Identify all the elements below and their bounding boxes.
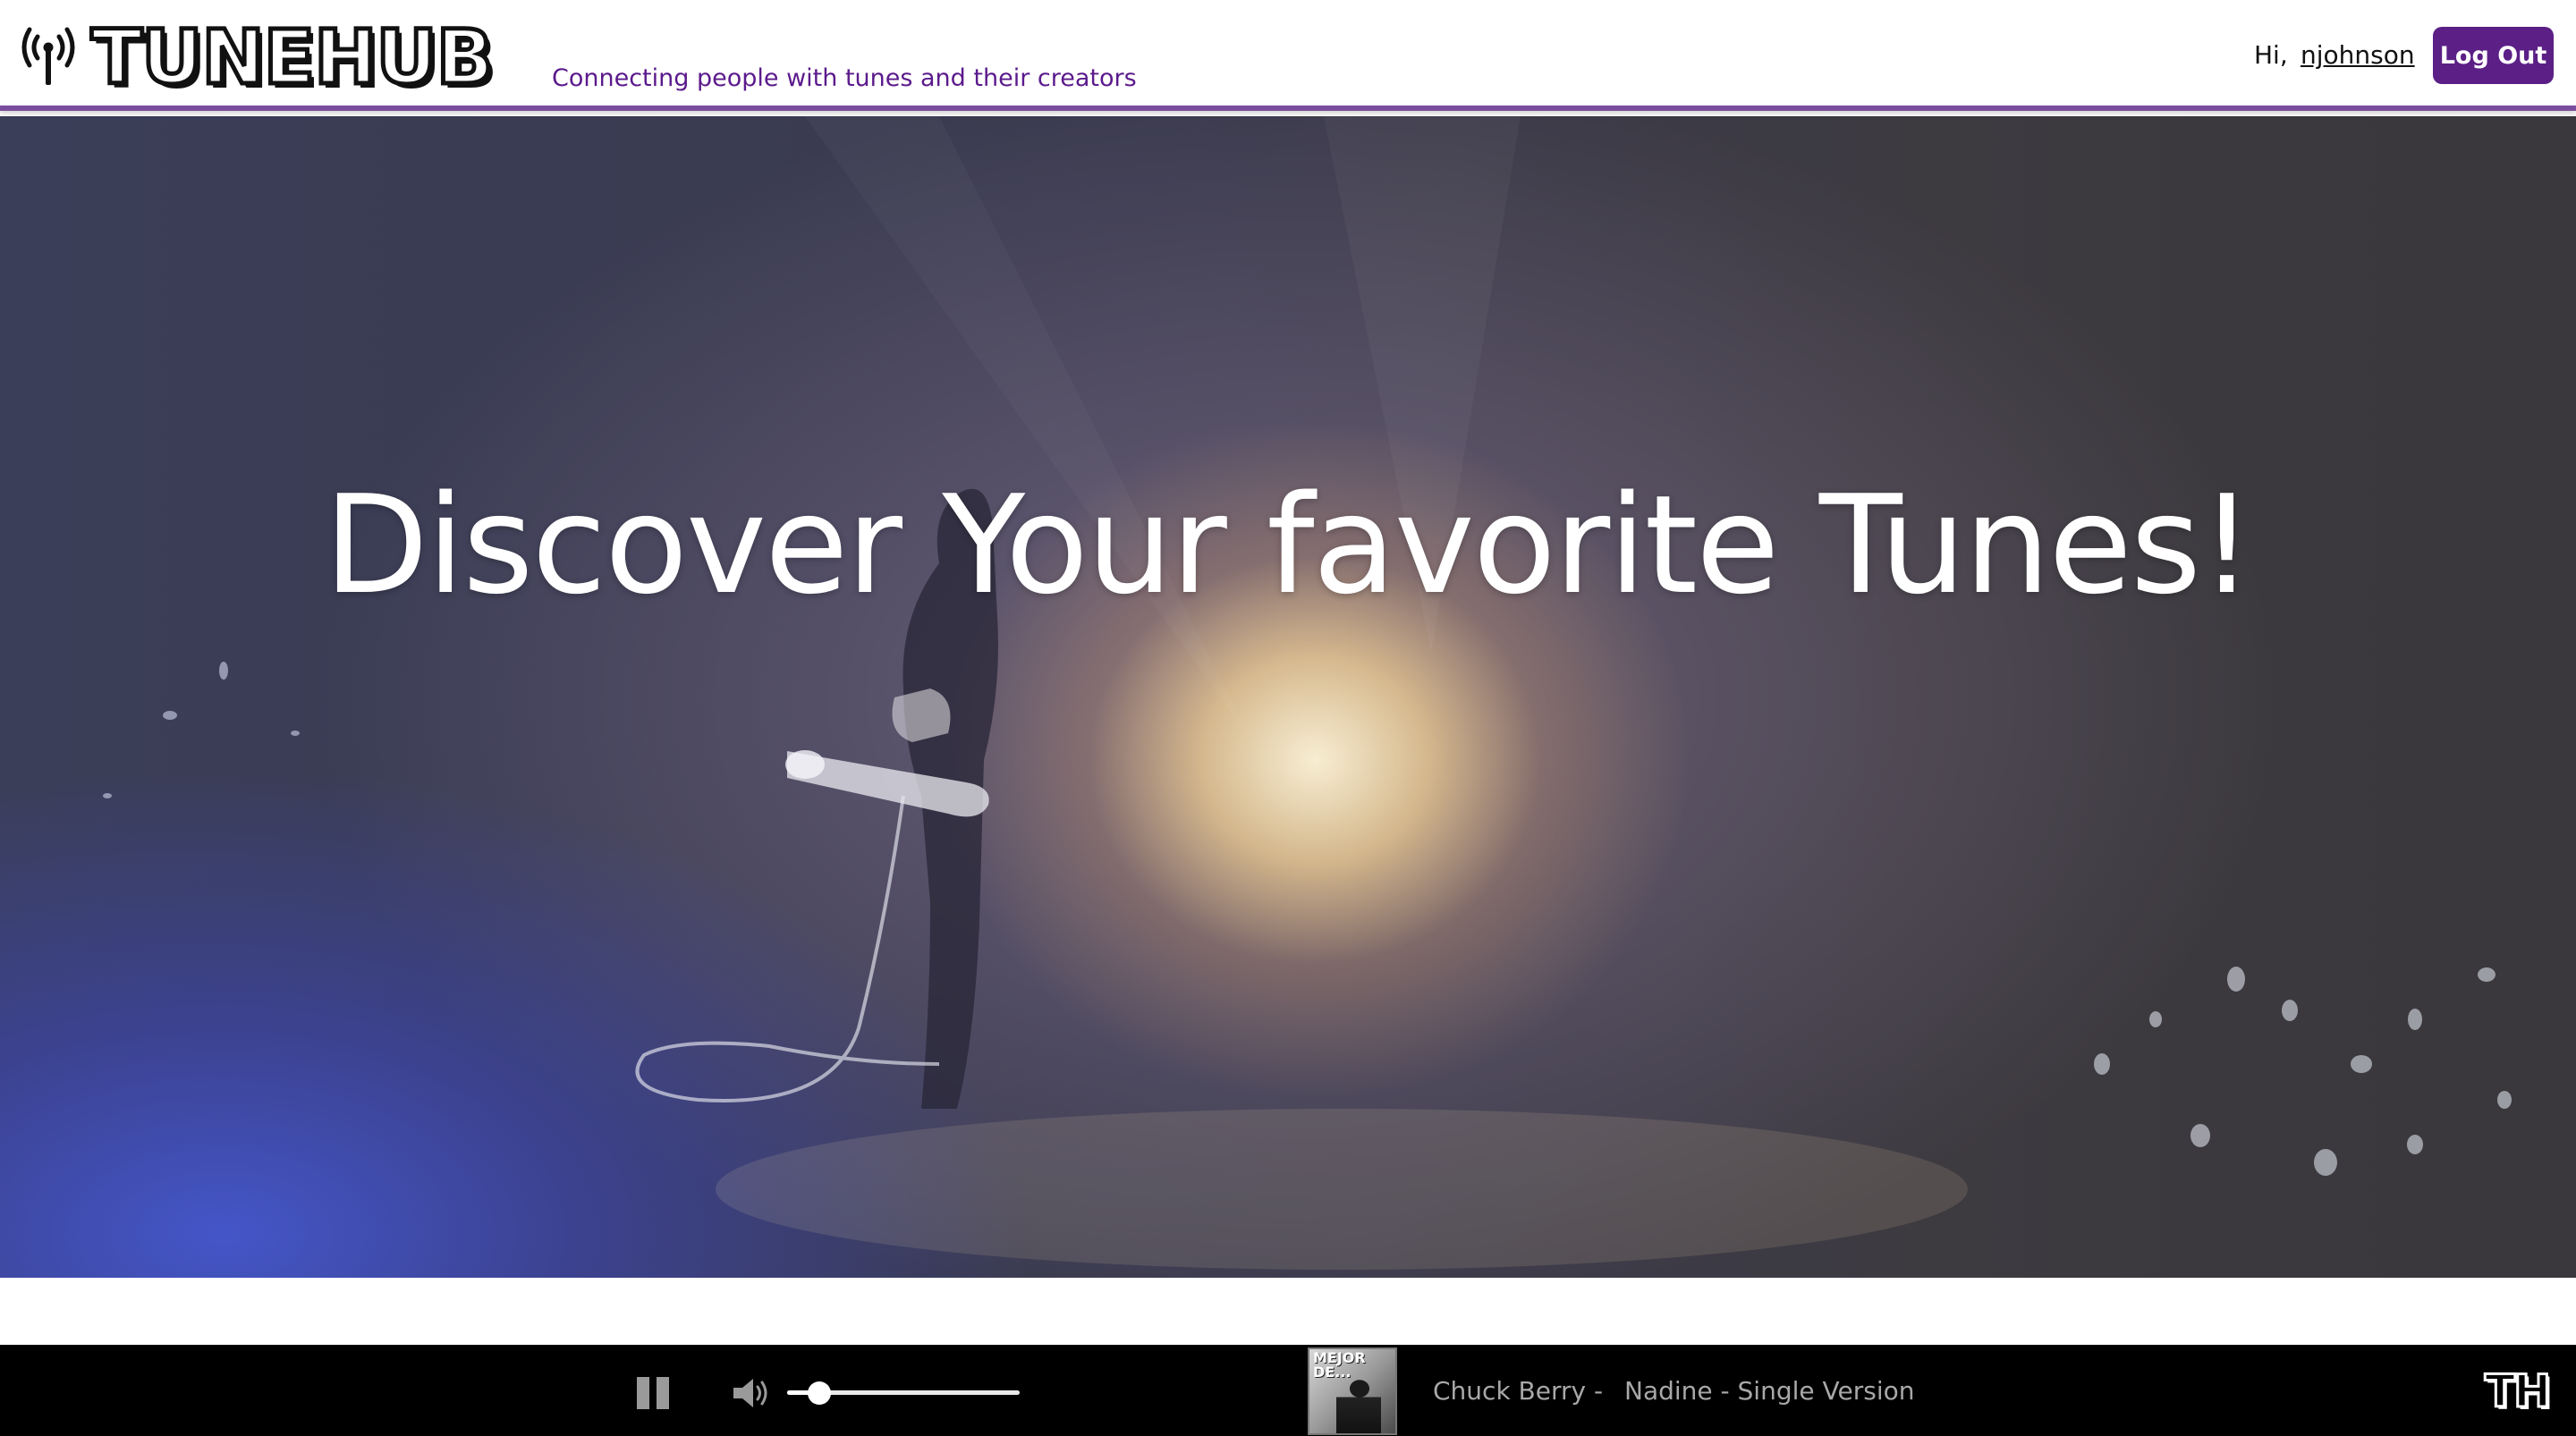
track-artist: Chuck Berry (1433, 1376, 1587, 1406)
pause-icon (637, 1377, 649, 1409)
audio-player-bar: MEJOR DE... Chuck Berry - Nadine - Singl… (0, 1345, 2576, 1436)
album-art-title: MEJOR DE... (1313, 1349, 1366, 1381)
logo-wordmark: TUNEHUB (89, 13, 496, 101)
brand-mark[interactable]: TH (2484, 1367, 2553, 1416)
track-title: Nadine - Single Version (1624, 1376, 1915, 1406)
broadcast-antenna-icon (21, 27, 75, 85)
pause-button[interactable] (637, 1377, 671, 1409)
volume-thumb[interactable] (808, 1381, 832, 1405)
track-separator: - (1594, 1376, 1604, 1406)
site-tagline: Connecting people with tunes and their c… (552, 64, 1137, 92)
pause-icon (657, 1377, 669, 1409)
concert-background-image (103, 116, 2512, 1270)
logo-home-link[interactable]: TUNEHUB (20, 13, 496, 101)
greeting-label: Hi, (2254, 40, 2288, 70)
album-art: MEJOR DE... (1308, 1347, 1397, 1435)
username-link[interactable]: njohnson (2301, 39, 2415, 72)
volume-icon[interactable] (732, 1377, 771, 1409)
site-header: TUNEHUB Connecting people with tunes and… (0, 0, 2576, 111)
volume-slider[interactable] (787, 1379, 1020, 1406)
hero-title: Discover Your favorite Tunes! (324, 466, 2254, 624)
hero-banner: Discover Your favorite Tunes! (0, 116, 2576, 1278)
logout-button[interactable]: Log Out (2433, 27, 2554, 84)
